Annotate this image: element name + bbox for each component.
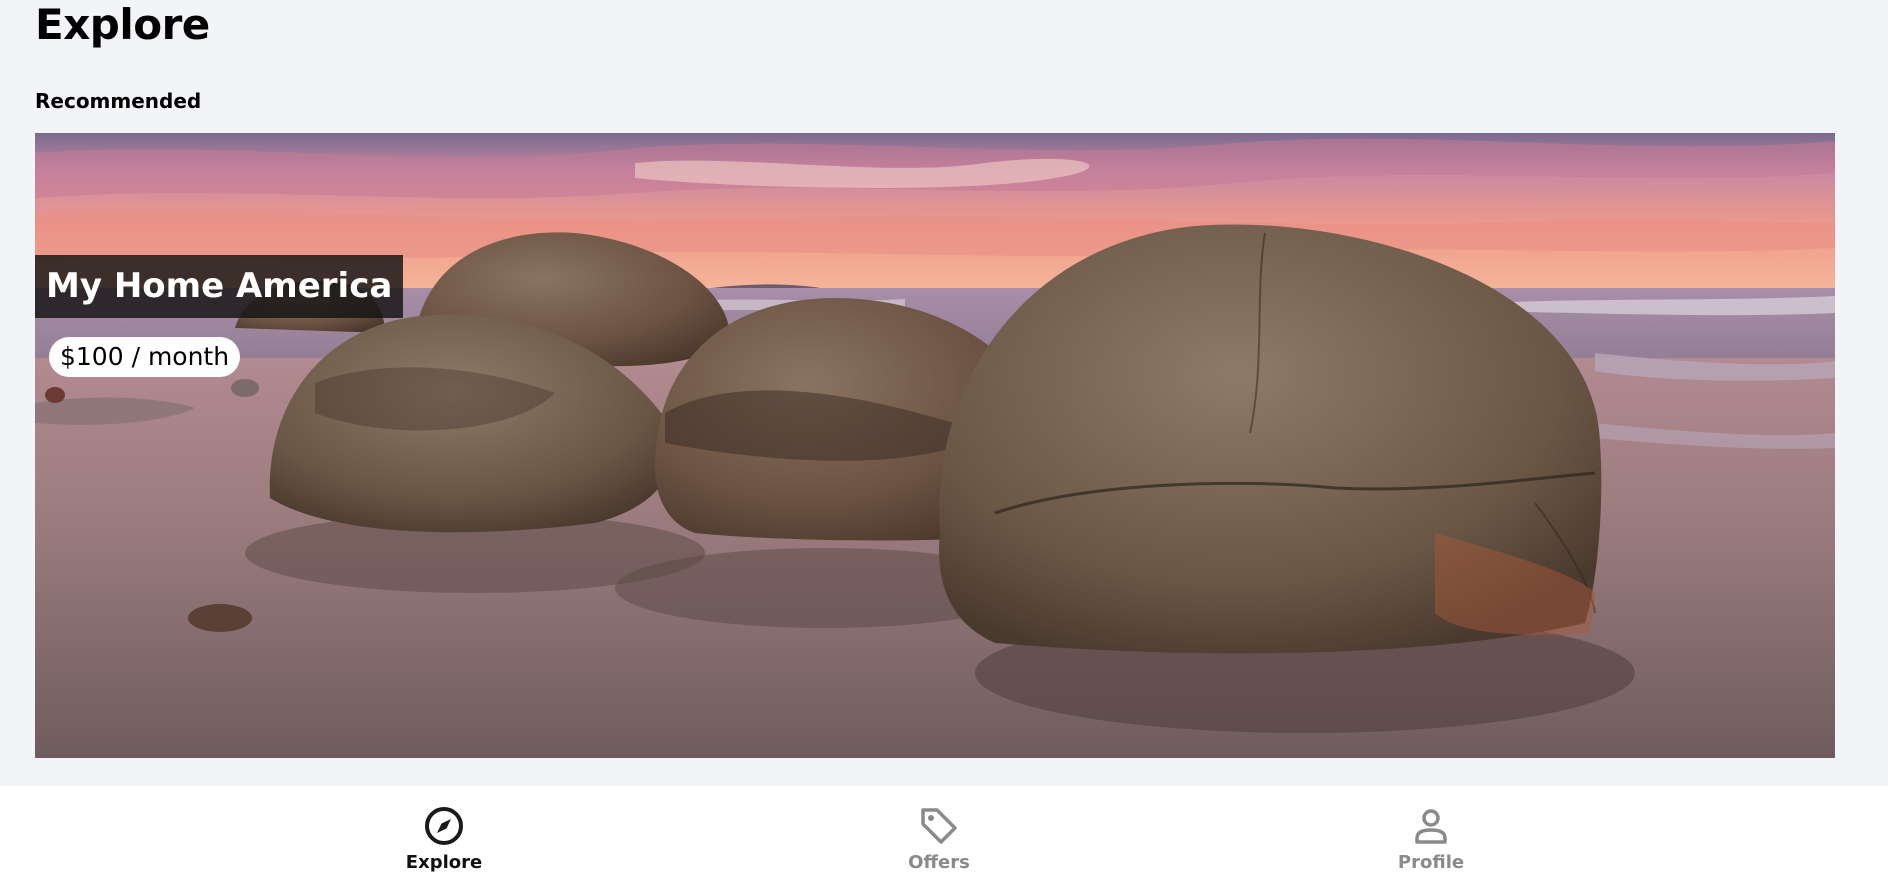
user-icon xyxy=(1415,809,1447,844)
bottom-navigation: Explore Offers Profile xyxy=(0,786,1888,884)
section-title: Recommended xyxy=(35,89,202,113)
recommended-card[interactable]: My Home America $100 / month xyxy=(35,133,1835,758)
nav-item-profile[interactable]: Profile xyxy=(1351,804,1511,878)
nav-item-offers[interactable]: Offers xyxy=(859,804,1019,878)
price-badge: $100 / month xyxy=(49,337,241,377)
explore-page: Explore Recommended My Home America $100… xyxy=(0,0,1888,884)
nav-item-explore[interactable]: Explore xyxy=(364,804,524,878)
nav-label-offers: Offers xyxy=(908,852,970,873)
nav-label-explore: Explore xyxy=(405,852,483,873)
nav-label-profile: Profile xyxy=(1397,852,1465,873)
card-image xyxy=(35,133,1835,758)
compass-icon xyxy=(425,807,463,845)
page-title: Explore xyxy=(35,0,210,49)
tag-icon xyxy=(921,808,957,844)
listing-title: My Home America xyxy=(35,255,404,318)
